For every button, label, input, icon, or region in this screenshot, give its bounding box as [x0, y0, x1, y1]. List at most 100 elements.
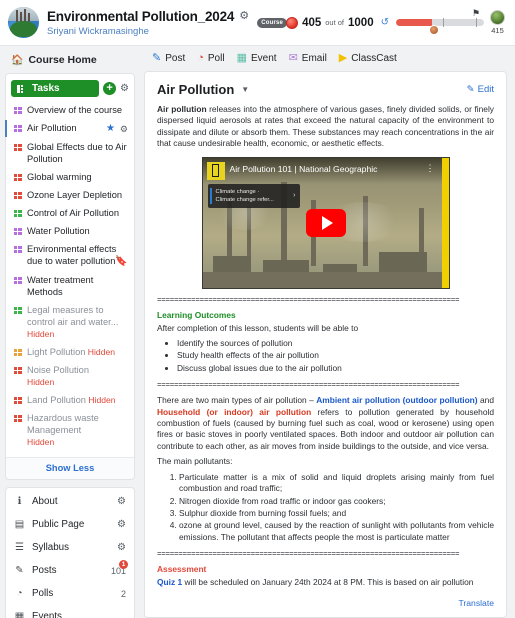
- event-button[interactable]: ▦ Event: [237, 53, 277, 65]
- show-less-button[interactable]: Show Less: [6, 457, 134, 479]
- post-button[interactable]: ✎ Post: [152, 53, 185, 65]
- my-score[interactable]: 415: [490, 10, 505, 35]
- email-button[interactable]: ✉ Email: [288, 52, 327, 65]
- gear-icon[interactable]: ⚙: [117, 496, 126, 507]
- video-yellow-bar: [441, 157, 449, 288]
- sidebar-task-item[interactable]: Global Effects due to Air Pollution: [10, 138, 130, 168]
- sidebar-task-label: Overview of the course: [27, 105, 123, 115]
- play-button-icon[interactable]: [305, 208, 346, 237]
- gear-icon[interactable]: ⚙: [120, 123, 128, 135]
- sync-icon[interactable]: ↺: [381, 17, 389, 28]
- task-list: Overview of the course Air Pollution ★ ⚙ Glo…: [5, 101, 130, 455]
- intro-rest: releases into the atmosphere of various …: [157, 104, 494, 149]
- avatar[interactable]: [490, 10, 505, 25]
- task-grid-icon: [14, 415, 22, 422]
- sidebar-item-course-home[interactable]: 🏠 Course Home: [5, 46, 135, 73]
- edit-label: Edit: [477, 84, 494, 95]
- types-pre: There are two main types of air pollutio…: [157, 395, 317, 406]
- sidebar-item-public-page[interactable]: ▤ Public Page ⚙: [6, 513, 134, 536]
- browser-icon: ▤: [14, 519, 25, 530]
- sidebar-item-polls[interactable]: ◔ Polls 2: [6, 582, 134, 605]
- video-card-accent: [209, 187, 212, 204]
- sidebar-task-item[interactable]: Overview of the course: [10, 101, 130, 119]
- progress-track: [396, 18, 484, 26]
- app-root: Environmental Pollution_2024 ⚙ Sriyani W…: [0, 0, 515, 618]
- points-pill: Course 405 out of 1000: [257, 16, 374, 29]
- sidebar-item-about[interactable]: ℹ About ⚙: [6, 490, 134, 513]
- chevron-right-icon[interactable]: ›: [293, 192, 299, 199]
- sidebar-item-label: Events: [32, 611, 62, 618]
- sidebar-item-events[interactable]: ▦ Events: [6, 605, 134, 618]
- course-home-label: Course Home: [28, 54, 97, 66]
- sidebar-item-label: Polls: [32, 588, 54, 599]
- sidebar-task-item[interactable]: Land Pollution Hidden: [10, 391, 130, 409]
- chevron-down-icon[interactable]: ▼: [241, 85, 249, 94]
- course-avatar[interactable]: [8, 7, 39, 38]
- sidebar-item-syllabus[interactable]: ☰ Syllabus ⚙: [6, 536, 134, 559]
- sidebar-task-item[interactable]: Ozone Layer Depletion: [10, 186, 130, 204]
- hidden-badge: Hidden: [85, 347, 116, 357]
- video-art: [202, 271, 449, 288]
- task-grid-icon: [14, 307, 22, 314]
- gear-icon[interactable]: ⚙: [117, 542, 126, 553]
- sidebar-task-item[interactable]: Global warming: [10, 168, 130, 186]
- video-card-line2: Climate change refer...: [215, 196, 274, 203]
- sidebar-task-item[interactable]: Environmental effects due to water pollu…: [10, 240, 130, 271]
- poll-button[interactable]: ◔ Poll: [197, 53, 225, 65]
- progress-fill: [396, 18, 432, 26]
- progress-tick: [443, 17, 444, 27]
- sidebar-task-label: Legal measures to control air and water.…: [27, 304, 128, 340]
- email-label: Email: [301, 53, 327, 64]
- task-grid-icon: [14, 210, 22, 217]
- task-grid-icon: [14, 192, 22, 199]
- kebab-menu-icon[interactable]: ⋮: [426, 163, 435, 174]
- poll-label: Poll: [207, 53, 225, 64]
- coin-icon: [286, 16, 299, 29]
- video-title[interactable]: Air Pollution 101 | National Geographic: [230, 164, 378, 174]
- sidebar-task-item[interactable]: Light Pollution Hidden: [10, 343, 130, 361]
- sidebar: 🏠 Course Home Tasks + ⚙ Overview of the …: [0, 46, 140, 618]
- sidebar-item-count: 2: [120, 588, 126, 599]
- star-icon[interactable]: ★: [106, 123, 115, 135]
- sidebar-task-label: Air Pollution: [27, 123, 77, 133]
- pollutants-heading: The main pollutants:: [157, 456, 233, 467]
- sidebar-task-label: Hazardous waste Management Hidden: [27, 412, 128, 448]
- bookmark-icon[interactable]: 🔖: [115, 256, 127, 267]
- sidebar-task-label: Water Pollution: [27, 226, 90, 236]
- gear-icon[interactable]: ⚙: [117, 519, 126, 530]
- sidebar-task-item[interactable]: Water Pollution: [10, 222, 130, 240]
- gear-icon[interactable]: ⚙: [239, 10, 250, 22]
- video-embed[interactable]: Air Pollution 101 | National Geographic …: [201, 156, 450, 289]
- sidebar-item-posts[interactable]: ✎ Posts 101 1: [6, 559, 134, 582]
- task-grid-icon: [14, 277, 22, 284]
- sidebar-task-item[interactable]: Hazardous waste Management Hidden: [10, 409, 130, 451]
- intro-paragraph: Air pollution releases into the atmosphe…: [157, 104, 494, 150]
- action-toolbar: ✎ Post ◔ Poll ▦ Event ✉ Email ▶ ClassCast: [140, 46, 515, 71]
- household-air-pollution-term: Household (or indoor) air pollution: [157, 406, 312, 417]
- gear-icon[interactable]: ⚙: [120, 83, 129, 94]
- edit-button[interactable]: ✎ Edit: [467, 84, 494, 95]
- nav-list: ℹ About ⚙ ▤ Public Page ⚙ ☰ Syllabus ⚙ ✎ Posts 101 1…: [6, 490, 134, 618]
- sidebar-task-item[interactable]: Noise Pollution Hidden: [10, 361, 130, 391]
- learning-outcome-item: Discuss global issues due to the air pol…: [177, 363, 494, 374]
- quiz-link[interactable]: Quiz 1: [157, 577, 182, 587]
- plus-circle-icon[interactable]: +: [103, 82, 117, 95]
- types-paragraph: There are two main types of air pollutio…: [157, 395, 494, 452]
- classcast-button[interactable]: ▶ ClassCast: [339, 53, 397, 65]
- sidebar-task-item[interactable]: Legal measures to control air and water.…: [10, 301, 130, 343]
- task-grid-icon: [14, 144, 22, 151]
- sidebar-task-item[interactable]: Control of Air Pollution: [10, 204, 130, 222]
- hidden-badge: Hidden: [85, 395, 116, 405]
- sidebar-task-item[interactable]: Air Pollution ★ ⚙: [5, 119, 130, 138]
- peer-avatar-marker[interactable]: [429, 24, 439, 35]
- video-info-card[interactable]: Climate change · Climate change refer...…: [207, 183, 300, 208]
- points-area: Course 405 out of 1000 ↺ ⚑ 415: [257, 8, 507, 35]
- course-teacher-link[interactable]: Sriyani Wickramasinghe: [47, 26, 250, 37]
- translate-button[interactable]: Translate: [458, 598, 494, 608]
- sidebar-task-item[interactable]: Water treatment Methods: [10, 271, 130, 301]
- tasks-button[interactable]: Tasks: [11, 80, 100, 97]
- video-card-text: Climate change · Climate change refer...: [216, 188, 294, 204]
- progress-bar[interactable]: ⚑: [396, 8, 484, 35]
- envelope-icon: ✉: [288, 52, 298, 64]
- notification-badge: 1: [119, 560, 128, 569]
